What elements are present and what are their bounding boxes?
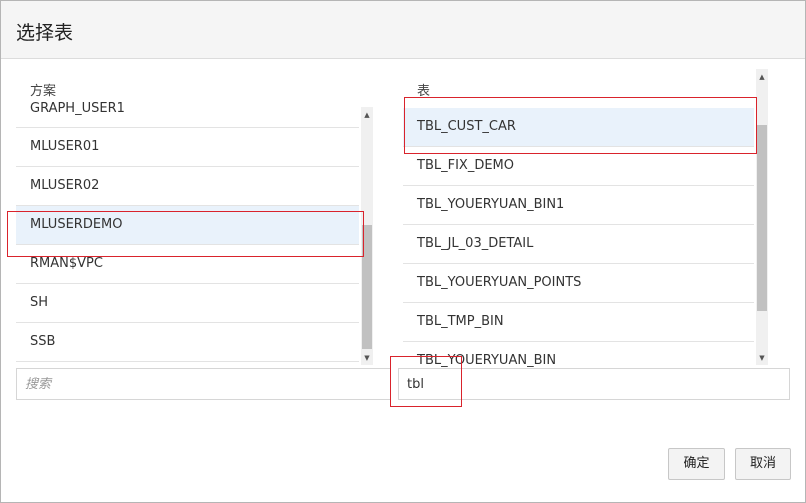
- list-item-label: SH: [30, 295, 49, 310]
- schema-scrollbar[interactable]: ▲ ▼: [361, 107, 373, 365]
- table-scrollbar[interactable]: ▲ ▼: [756, 69, 768, 365]
- scroll-up-icon[interactable]: ▲: [756, 71, 768, 83]
- select-table-dialog: 选择表 方案 GRAPH_USER1 MLUSER01 MLUSER02 MLUSER…: [0, 0, 806, 503]
- list-item[interactable]: SSB: [16, 323, 359, 362]
- schema-search-input[interactable]: [16, 368, 391, 400]
- schema-scrollbar-thumb[interactable]: [362, 225, 372, 349]
- list-item[interactable]: MLUSER02: [16, 167, 359, 206]
- list-item[interactable]: TBL_YOUERYUAN_POINTS: [403, 264, 754, 303]
- scroll-up-icon[interactable]: ▲: [361, 109, 373, 121]
- schema-header: 方案: [30, 84, 57, 99]
- list-item-label: TBL_CUST_CAR: [417, 119, 516, 134]
- scroll-down-icon[interactable]: ▼: [756, 352, 768, 364]
- list-item[interactable]: SH: [16, 284, 359, 323]
- table-list: TBL_CUST_CAR TBL_FIX_DEMO TBL_YOUERYUAN_BI…: [403, 108, 754, 367]
- list-item[interactable]: MLUSER01: [16, 128, 359, 167]
- list-item-label: RMAN$VPC: [30, 256, 103, 271]
- table-scrollbar-thumb[interactable]: [757, 125, 767, 311]
- dialog-titlebar: 选择表: [1, 1, 805, 59]
- cancel-button[interactable]: 取消: [735, 448, 791, 480]
- list-item[interactable]: TBL_YOUERYUAN_BIN: [403, 342, 754, 367]
- list-item[interactable]: MLUSERDEMO: [16, 206, 359, 245]
- list-item-label: TBL_FIX_DEMO: [417, 158, 514, 173]
- list-item[interactable]: TBL_FIX_DEMO: [403, 147, 754, 186]
- list-item[interactable]: RMAN$VPC: [16, 245, 359, 284]
- schema-list: GRAPH_USER1 MLUSER01 MLUSER02 MLUSERDEMO RMA…: [16, 102, 359, 367]
- list-item[interactable]: TBL_JL_03_DETAIL: [403, 225, 754, 264]
- ok-button[interactable]: 确定: [668, 448, 725, 480]
- list-item-label: TBL_TMP_BIN: [417, 314, 504, 329]
- list-item-label: TBL_YOUERYUAN_POINTS: [417, 275, 582, 290]
- list-item[interactable]: TBL_TMP_BIN: [403, 303, 754, 342]
- list-item[interactable]: TBL_CUST_CAR: [403, 108, 754, 147]
- list-item-label: TBL_JL_03_DETAIL: [417, 236, 534, 251]
- list-item-label: MLUSER01: [30, 139, 100, 154]
- table-search-input[interactable]: [398, 368, 790, 400]
- table-header: 表: [417, 84, 431, 99]
- list-item[interactable]: GRAPH_USER1: [16, 102, 359, 128]
- list-item-label: TBL_YOUERYUAN_BIN1: [417, 197, 565, 212]
- list-item[interactable]: TBL_YOUERYUAN_BIN1: [403, 186, 754, 225]
- scroll-down-icon[interactable]: ▼: [361, 352, 373, 364]
- dialog-title: 选择表: [16, 22, 74, 44]
- list-item-label: TBL_YOUERYUAN_BIN: [417, 353, 557, 367]
- list-item-label: SSB: [30, 334, 56, 349]
- list-item-label: MLUSERDEMO: [30, 217, 123, 232]
- list-item-label: GRAPH_USER1: [30, 102, 125, 116]
- list-item-label: MLUSER02: [30, 178, 100, 193]
